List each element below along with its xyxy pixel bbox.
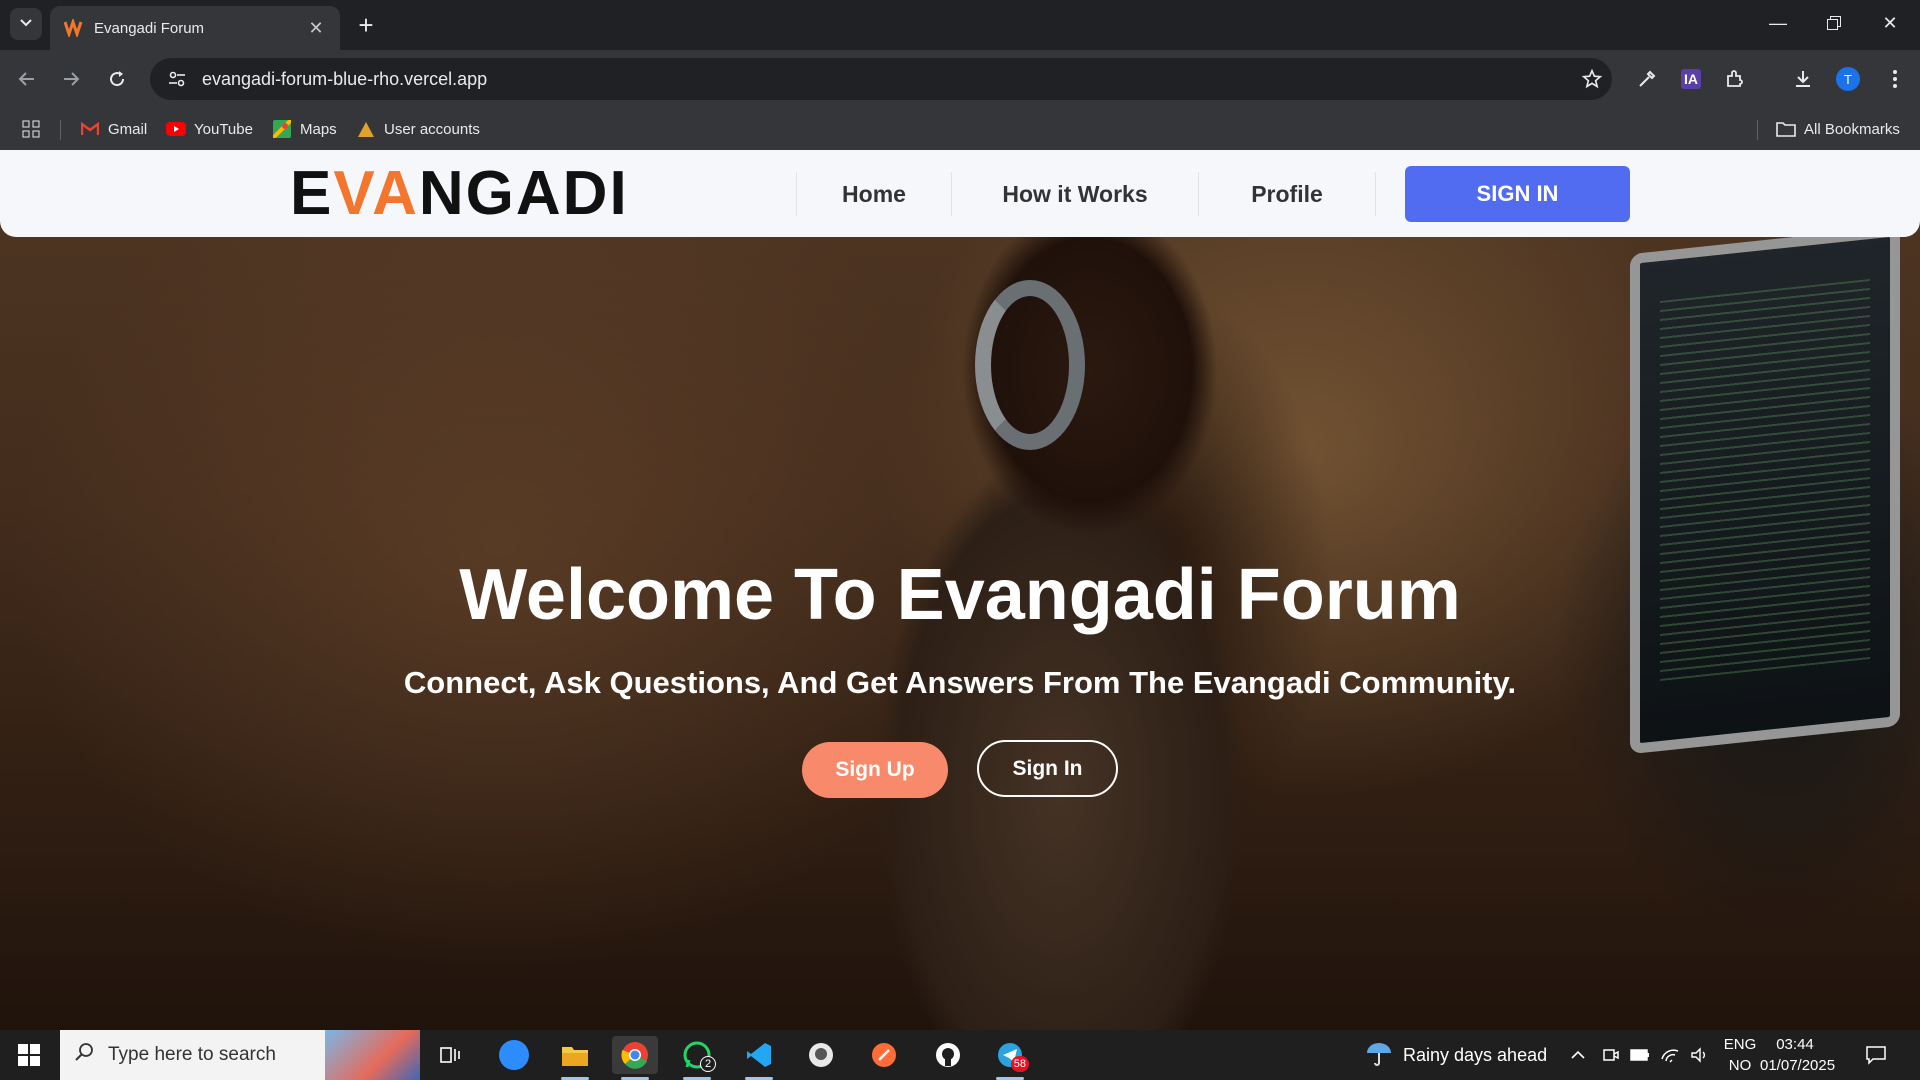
all-bookmarks-button[interactable]: All Bookmarks <box>1776 119 1900 139</box>
new-tab-button[interactable]: + <box>352 12 380 40</box>
volume-icon[interactable] <box>1690 1030 1710 1080</box>
close-tab-icon[interactable]: ✕ <box>306 18 326 39</box>
header-sign-in-button[interactable]: SIGN IN <box>1405 166 1630 222</box>
address-bar[interactable]: evangadi-forum-blue-rho.vercel.app <box>150 58 1612 100</box>
browser-tab-strip: Evangadi Forum ✕ + — ✕ <box>0 0 1920 50</box>
forward-arrow-icon[interactable] <box>56 64 86 94</box>
bookmarks-bar: Gmail YouTube Maps User accounts All Boo… <box>0 108 1920 150</box>
whatsapp-app-icon[interactable]: 2 <box>674 1036 720 1080</box>
hero-sign-in-button[interactable]: Sign In <box>977 740 1118 797</box>
bookmarks-divider <box>1757 120 1758 140</box>
zoom-app-icon[interactable] <box>491 1036 537 1074</box>
apps-grid-icon[interactable] <box>22 119 40 139</box>
weather-widget[interactable]: Rainy days ahead <box>1365 1030 1547 1080</box>
nav-how-it-works-link[interactable]: How it Works <box>952 172 1198 216</box>
site-settings-icon[interactable] <box>166 68 188 90</box>
telegram-app-icon[interactable]: 58 <box>987 1036 1033 1080</box>
hero-subtitle: Connect, Ask Questions, And Get Answers … <box>403 665 1517 700</box>
chrome-app-icon[interactable] <box>612 1036 658 1080</box>
windows-start-icon[interactable] <box>0 1030 58 1080</box>
browser-tab[interactable]: Evangadi Forum ✕ <box>50 6 340 50</box>
browser-menu-icon[interactable] <box>1880 64 1910 94</box>
ia-extension-icon[interactable]: IA <box>1676 64 1706 94</box>
tab-title: Evangadi Forum <box>94 19 205 37</box>
telegram-badge: 58 <box>1010 1056 1029 1072</box>
search-icon <box>74 1042 94 1068</box>
url-text[interactable]: evangadi-forum-blue-rho.vercel.app <box>202 69 1572 90</box>
back-arrow-icon[interactable] <box>12 64 42 94</box>
eyedropper-extension-icon[interactable] <box>1632 64 1662 94</box>
reload-icon[interactable] <box>102 64 132 94</box>
meet-now-icon[interactable] <box>1602 1030 1620 1080</box>
folder-icon <box>1776 120 1796 138</box>
input-language-indicator[interactable]: ENG NO <box>1718 1034 1762 1076</box>
page-viewport: E VA NGADI Home How it Works Profile SIGN … <box>0 150 1920 1030</box>
vscode-app-icon[interactable] <box>736 1036 782 1080</box>
evangadi-favicon-icon <box>63 17 84 39</box>
hero-title: Welcome To Evangadi Forum <box>459 555 1461 635</box>
close-window-icon[interactable]: ✕ <box>1862 0 1918 46</box>
tab-search-button[interactable] <box>10 8 42 40</box>
wifi-icon[interactable] <box>1660 1030 1680 1080</box>
battery-icon[interactable] <box>1630 1030 1650 1080</box>
bookmarks-divider <box>60 120 61 140</box>
evangadi-logo[interactable]: E VA NGADI <box>290 159 629 228</box>
minimize-window-icon[interactable]: — <box>1750 0 1806 46</box>
show-hidden-icons-chevron-icon[interactable] <box>1570 1030 1586 1080</box>
browser-toolbar: evangadi-forum-blue-rho.vercel.app IA T <box>0 50 1920 108</box>
postman-app-icon[interactable] <box>861 1036 907 1074</box>
system-clock[interactable]: 03:44 01/07/2025 <box>1760 1034 1835 1076</box>
maps-icon <box>272 120 292 138</box>
umbrella-rain-icon <box>1365 1039 1393 1072</box>
site-header: E VA NGADI Home How it Works Profile SIGN … <box>0 150 1920 237</box>
windows-taskbar: Type here to search 2 58 Rainy days ahea… <box>0 1030 1920 1080</box>
bookmark-maps[interactable]: Maps <box>272 119 337 139</box>
hero-sign-up-button[interactable]: Sign Up <box>802 742 948 798</box>
profile-avatar[interactable]: T <box>1833 64 1863 94</box>
downloads-icon[interactable] <box>1788 64 1818 94</box>
nav-divider <box>1375 172 1376 216</box>
whatsapp-badge: 2 <box>700 1056 716 1072</box>
taskbar-search-box[interactable]: Type here to search <box>60 1030 420 1080</box>
bookmark-gmail[interactable]: Gmail <box>80 119 147 139</box>
file-explorer-icon[interactable] <box>552 1036 598 1080</box>
chevron-down-icon <box>19 15 33 33</box>
nav-home-link[interactable]: Home <box>796 172 952 216</box>
bookmark-user-accounts[interactable]: User accounts <box>356 119 480 139</box>
bookmark-youtube[interactable]: YouTube <box>166 119 253 139</box>
task-view-icon[interactable] <box>427 1036 473 1074</box>
search-highlight-image <box>325 1030 420 1080</box>
restore-window-icon[interactable] <box>1806 0 1862 46</box>
user-accounts-icon <box>356 120 376 138</box>
gmail-icon <box>80 120 100 138</box>
bookmark-star-icon[interactable] <box>1572 68 1612 90</box>
youtube-icon <box>166 120 186 138</box>
github-icon[interactable] <box>925 1036 971 1074</box>
github-desktop-icon[interactable] <box>798 1036 844 1074</box>
extensions-puzzle-icon[interactable] <box>1720 64 1750 94</box>
notifications-icon[interactable] <box>1865 1030 1887 1080</box>
taskbar-search-placeholder: Type here to search <box>108 1044 276 1065</box>
nav-profile-link[interactable]: Profile <box>1199 172 1375 216</box>
